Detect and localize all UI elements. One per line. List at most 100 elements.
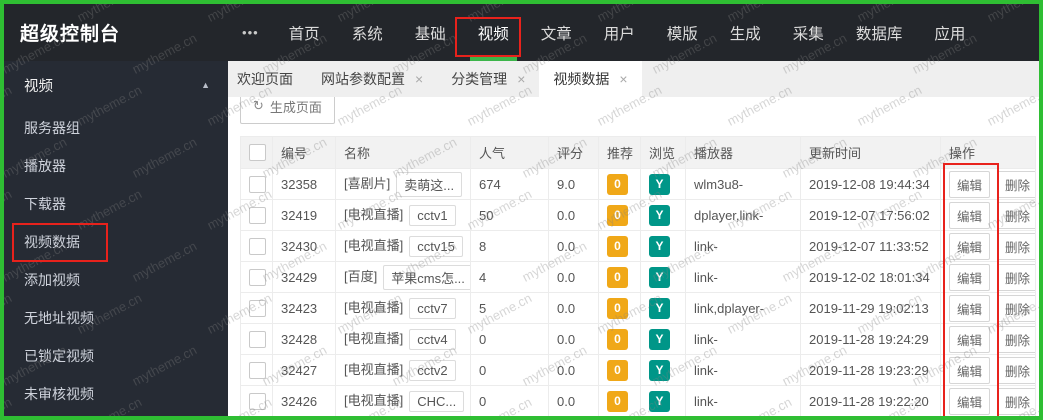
tab-close-icon[interactable]: ×: [619, 72, 627, 86]
player-cell: dplayer,link-: [685, 199, 801, 231]
video-name-input[interactable]: cctv2: [409, 360, 456, 382]
content-area: ↻ 生成页面 编号 名称 人气 评分 推荐 浏览 播放器 更新时间 操作 32358 [喜剧片] 卖…: [228, 97, 1039, 416]
edit-button[interactable]: 编辑: [949, 387, 991, 415]
sidebar-item-2[interactable]: 播放器: [4, 147, 228, 185]
updated-time-cell: 2019-12-08 19:44:34: [800, 168, 941, 200]
topnav-item-9[interactable]: 采集: [793, 4, 824, 61]
delete-button[interactable]: 删除: [997, 325, 1035, 353]
row-checkbox[interactable]: [249, 237, 266, 255]
browse-badge[interactable]: Y: [649, 328, 670, 350]
top-nav-menu: 首页 系统 基础 视频 文章 用户 模版 生成 采集 数据库 应用: [289, 4, 965, 61]
delete-button[interactable]: 删除: [997, 294, 1035, 322]
edit-button[interactable]: 编辑: [949, 263, 991, 291]
score-cell: 0.0: [548, 261, 599, 293]
tab-close-icon[interactable]: ×: [415, 72, 423, 86]
row-checkbox[interactable]: [249, 206, 266, 224]
recommend-badge[interactable]: 0: [607, 297, 628, 319]
browse-badge[interactable]: Y: [649, 266, 670, 288]
delete-button[interactable]: 删除: [997, 201, 1035, 229]
recommend-badge[interactable]: 0: [607, 204, 628, 226]
video-name-cell: [电视直播] cctv4: [335, 323, 471, 355]
edit-button[interactable]: 编辑: [949, 201, 991, 229]
recommend-badge[interactable]: 0: [607, 390, 628, 412]
updated-time-cell: 2019-12-02 18:01:34: [800, 261, 941, 293]
sidebar-item-4[interactable]: 视频数据: [4, 223, 228, 261]
video-name-input[interactable]: cctv4: [409, 329, 456, 351]
recommend-badge[interactable]: 0: [607, 173, 628, 195]
score-cell: 0.0: [548, 230, 599, 262]
topnav-item-10[interactable]: 数据库: [856, 4, 903, 61]
edit-button[interactable]: 编辑: [949, 232, 991, 260]
video-name-input[interactable]: cctv15: [409, 236, 463, 258]
recommend-badge[interactable]: 0: [607, 359, 628, 381]
sidebar-item-3[interactable]: 下载器: [4, 185, 228, 223]
delete-button[interactable]: 删除: [997, 263, 1035, 291]
video-name-input[interactable]: CHC...: [409, 391, 465, 413]
edit-button[interactable]: 编辑: [949, 294, 991, 322]
select-all-checkbox[interactable]: [249, 144, 266, 162]
generate-icon: ↻: [253, 98, 264, 113]
edit-button[interactable]: 编辑: [949, 325, 991, 353]
video-id-cell: 32419: [272, 199, 336, 231]
sidebar-item-8[interactable]: 未审核视频: [4, 375, 228, 413]
delete-button[interactable]: 删除: [997, 232, 1035, 260]
topnav-item-2[interactable]: 系统: [352, 4, 383, 61]
video-id-cell: 32430: [272, 230, 336, 262]
video-name-cell: [喜剧片] 卖萌这...: [335, 168, 471, 200]
tab-2[interactable]: 网站参数配置 ×: [307, 61, 437, 97]
topnav-item-6[interactable]: 用户: [604, 4, 635, 61]
row-checkbox[interactable]: [249, 392, 266, 410]
recommend-badge[interactable]: 0: [607, 235, 628, 257]
tab-3[interactable]: 分类管理 ×: [437, 61, 539, 97]
generate-page-button[interactable]: ↻ 生成页面: [240, 97, 335, 124]
topnav-item-5[interactable]: 文章: [541, 4, 572, 61]
delete-button[interactable]: 删除: [997, 170, 1035, 198]
row-checkbox[interactable]: [249, 330, 266, 348]
topnav-item-8[interactable]: 生成: [730, 4, 761, 61]
video-category-label: [电视直播]: [344, 206, 404, 222]
tab-4[interactable]: 视频数据 ×: [539, 61, 642, 97]
tab-close-icon[interactable]: ×: [517, 72, 525, 86]
topnav-item-4[interactable]: 视频: [469, 4, 517, 61]
tab-1[interactable]: 欢迎页面: [228, 61, 307, 97]
video-category-label: [喜剧片]: [344, 175, 391, 191]
video-id-cell: 32358: [272, 168, 336, 200]
browse-badge[interactable]: Y: [649, 204, 670, 226]
video-id-cell: 32423: [272, 292, 336, 324]
player-cell: link-: [685, 230, 801, 262]
row-checkbox[interactable]: [249, 175, 266, 193]
browse-badge[interactable]: Y: [649, 235, 670, 257]
sidebar-item-5[interactable]: 添加视频: [4, 261, 228, 299]
topnav-item-3[interactable]: 基础: [415, 4, 446, 61]
more-menu-icon[interactable]: •••: [242, 25, 259, 40]
edit-button[interactable]: 编辑: [949, 356, 991, 384]
row-checkbox[interactable]: [249, 361, 266, 379]
delete-button[interactable]: 删除: [997, 387, 1035, 415]
browse-badge[interactable]: Y: [649, 390, 670, 412]
recommend-badge[interactable]: 0: [607, 328, 628, 350]
recommend-badge[interactable]: 0: [607, 266, 628, 288]
video-name-cell: [电视直播] cctv7: [335, 292, 471, 324]
updated-time-cell: 2019-11-29 19:02:13: [800, 292, 941, 324]
video-name-input[interactable]: 苹果cms怎...: [383, 264, 470, 290]
video-name-cell: [电视直播] cctv2: [335, 354, 471, 386]
updated-time-cell: 2019-11-28 19:23:29: [800, 354, 941, 386]
video-name-input[interactable]: cctv7: [409, 298, 456, 320]
column-header: 播放器: [685, 136, 801, 169]
topnav-item-1[interactable]: 首页: [289, 4, 320, 61]
video-name-input[interactable]: cctv1: [409, 205, 456, 227]
video-name-input[interactable]: 卖萌这...: [396, 171, 463, 197]
sidebar-item-7[interactable]: 已锁定视频: [4, 337, 228, 375]
sidebar-item-1[interactable]: 服务器组: [4, 109, 228, 147]
sidebar-group-header[interactable]: 视频 ▲: [4, 61, 228, 109]
sidebar-item-6[interactable]: 无地址视频: [4, 299, 228, 337]
delete-button[interactable]: 删除: [997, 356, 1035, 384]
row-checkbox[interactable]: [249, 268, 266, 286]
row-checkbox[interactable]: [249, 299, 266, 317]
edit-button[interactable]: 编辑: [949, 170, 991, 198]
browse-badge[interactable]: Y: [649, 297, 670, 319]
browse-badge[interactable]: Y: [649, 173, 670, 195]
topnav-item-11[interactable]: 应用: [934, 4, 965, 61]
browse-badge[interactable]: Y: [649, 359, 670, 381]
topnav-item-7[interactable]: 模版: [667, 4, 698, 61]
